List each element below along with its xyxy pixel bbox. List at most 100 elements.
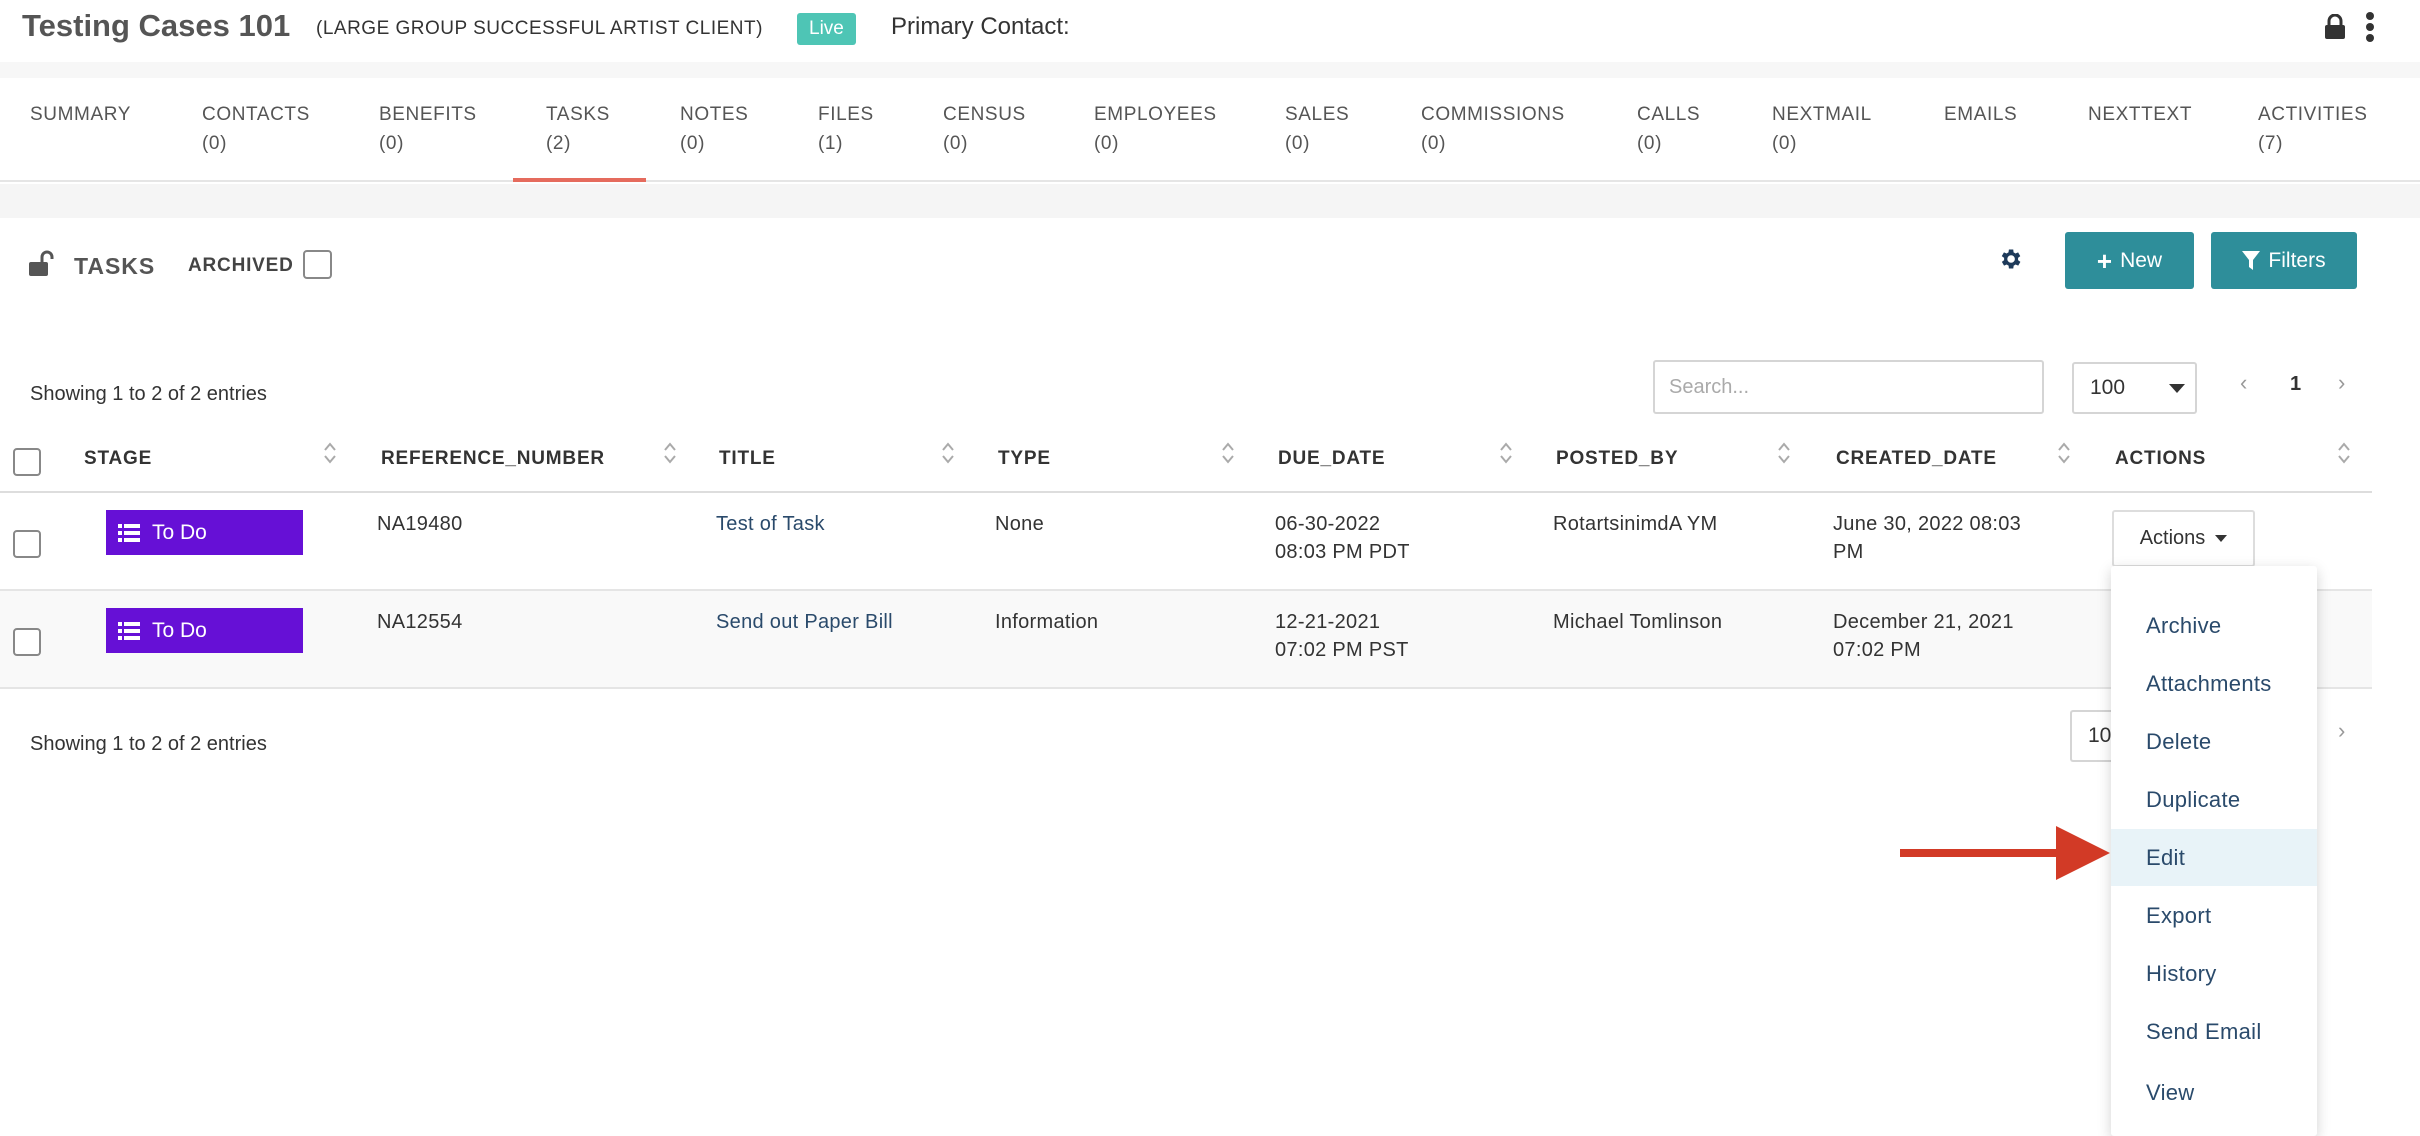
row-checkbox[interactable] — [13, 628, 41, 656]
column-header-stage[interactable]: STAGE — [84, 448, 152, 470]
column-header-title[interactable]: TITLE — [719, 448, 776, 470]
tab-count: (0) — [1772, 133, 1798, 154]
page-size-value: 100 — [2090, 376, 2126, 399]
actions-button-label: Actions — [2139, 527, 2206, 549]
search-input[interactable] — [1653, 360, 2044, 414]
menu-item-export[interactable]: Export — [2111, 887, 2317, 944]
tab-summary[interactable]: SUMMARY — [30, 100, 131, 129]
tab-census[interactable]: CENSUS (0) — [943, 100, 1026, 158]
status-badge: Live — [797, 13, 856, 45]
sort-icon[interactable] — [663, 440, 677, 466]
list-icon — [118, 621, 140, 640]
created-date-line1: December 21, 2021 — [1833, 611, 2014, 633]
row-checkbox[interactable] — [13, 530, 41, 558]
menu-item-history[interactable]: History — [2111, 945, 2317, 1002]
column-header-reference-number[interactable]: REFERENCE_NUMBER — [381, 448, 605, 470]
reference-number: NA12554 — [377, 611, 463, 633]
tab-label: CENSUS — [943, 104, 1026, 125]
column-header-due-date[interactable]: DUE_DATE — [1278, 448, 1385, 470]
tab-count: (1) — [818, 133, 844, 154]
kebab-menu-icon[interactable] — [2364, 10, 2376, 42]
column-header-type[interactable]: TYPE — [998, 448, 1051, 470]
tab-files[interactable]: FILES (1) — [818, 100, 874, 158]
tab-label: TASKS — [546, 104, 610, 125]
sort-icon[interactable] — [323, 440, 337, 466]
due-date-line2: 08:03 PM PDT — [1275, 541, 1410, 563]
menu-item-send-email[interactable]: Send Email — [2111, 1003, 2317, 1060]
lock-icon[interactable] — [2324, 14, 2346, 40]
select-all-checkbox[interactable] — [13, 448, 41, 476]
new-button-label: New — [2120, 248, 2163, 272]
pager-current-page[interactable]: 1 — [2290, 373, 2301, 396]
sort-icon[interactable] — [1221, 440, 1235, 466]
tab-label: FILES — [818, 104, 874, 125]
tab-activities[interactable]: ACTIVITIES (7) — [2258, 100, 2367, 158]
sort-icon[interactable] — [941, 440, 955, 466]
tab-benefits[interactable]: BENEFITS (0) — [379, 100, 477, 158]
stage-badge[interactable]: To Do — [106, 608, 303, 653]
reference-number: NA19480 — [377, 513, 463, 535]
column-header-actions[interactable]: ACTIONS — [2115, 448, 2206, 470]
stage-badge[interactable]: To Do — [106, 510, 303, 555]
menu-item-edit[interactable]: Edit — [2111, 829, 2317, 886]
task-type: None — [995, 513, 1045, 535]
section-title: TASKS — [74, 253, 156, 279]
page-size-select-bottom[interactable]: 10 — [2070, 710, 2116, 762]
tab-tasks[interactable]: TASKS (2) — [546, 100, 610, 158]
tab-contacts[interactable]: CONTACTS (0) — [202, 100, 310, 158]
menu-item-duplicate[interactable]: Duplicate — [2111, 771, 2317, 828]
tab-count: (7) — [2258, 133, 2284, 154]
sort-icon[interactable] — [2057, 440, 2071, 466]
pager-next-button-bottom[interactable]: › — [2338, 718, 2345, 744]
page-size-select[interactable]: 100 — [2072, 362, 2197, 414]
tab-count: (0) — [943, 133, 969, 154]
unlock-icon[interactable] — [28, 250, 58, 278]
list-icon — [118, 523, 140, 542]
archived-checkbox[interactable] — [303, 250, 332, 279]
created-date: June 30, 2022 08:03 PM — [1833, 510, 2021, 566]
tab-sales[interactable]: SALES (0) — [1285, 100, 1349, 158]
due-date-line2: 07:02 PM PST — [1275, 639, 1409, 661]
created-date-line2: 07:02 PM — [1833, 639, 1922, 661]
tab-employees[interactable]: EMPLOYEES (0) — [1094, 100, 1217, 158]
column-header-created-date[interactable]: CREATED_DATE — [1836, 448, 1997, 470]
tab-label: EMPLOYEES — [1094, 104, 1217, 125]
column-header-posted-by[interactable]: POSTED_BY — [1556, 448, 1678, 470]
pager-next-button[interactable]: › — [2338, 370, 2345, 396]
tab-count: (0) — [202, 133, 228, 154]
filters-button-label: Filters — [2268, 248, 2326, 272]
task-type: Information — [995, 611, 1099, 633]
task-title-link[interactable]: Test of Task — [716, 510, 825, 538]
menu-item-delete[interactable]: Delete — [2111, 713, 2317, 770]
menu-item-attachments[interactable]: Attachments — [2111, 655, 2317, 712]
tab-calls[interactable]: CALLS (0) — [1637, 100, 1700, 158]
tab-notes[interactable]: NOTES (0) — [680, 100, 748, 158]
menu-item-archive[interactable]: Archive — [2111, 597, 2317, 654]
new-button[interactable]: + New — [2065, 232, 2194, 289]
tab-label: ACTIVITIES — [2258, 104, 2368, 125]
tab-commissions[interactable]: COMMISSIONS (0) — [1421, 100, 1565, 158]
sort-icon[interactable] — [2337, 440, 2351, 466]
task-title-link[interactable]: Send out Paper Bill — [716, 608, 893, 636]
sort-icon[interactable] — [1499, 440, 1513, 466]
filters-button[interactable]: Filters — [2211, 232, 2357, 289]
tab-label: CALLS — [1637, 104, 1701, 125]
content-separator — [0, 184, 2420, 218]
tab-label: COMMISSIONS — [1421, 104, 1565, 125]
tab-count: (0) — [1094, 133, 1120, 154]
actions-dropdown-button[interactable]: Actions — [2112, 510, 2255, 567]
red-arrow-icon — [1900, 826, 2110, 880]
tab-label: CONTACTS — [202, 104, 310, 125]
posted-by: RotartsinimdA YM — [1553, 513, 1718, 535]
sort-icon[interactable] — [1777, 440, 1791, 466]
actions-dropdown-menu: Archive Attachments Delete Duplicate Edi… — [2111, 566, 2317, 1136]
pager-prev-button[interactable]: ‹ — [2240, 370, 2247, 396]
created-date-line2: PM — [1833, 541, 1864, 563]
tab-emails[interactable]: EMAILS — [1944, 100, 2017, 129]
tab-nexttext[interactable]: NEXTTEXT — [2088, 100, 2192, 129]
gear-icon[interactable] — [1997, 246, 2023, 272]
filter-icon — [2242, 250, 2261, 270]
tab-nextmail[interactable]: NEXTMAIL (0) — [1772, 100, 1872, 158]
menu-item-view[interactable]: View — [2111, 1064, 2317, 1121]
record-header: Testing Cases 101 (LARGE GROUP SUCCESSFU… — [0, 0, 2420, 62]
